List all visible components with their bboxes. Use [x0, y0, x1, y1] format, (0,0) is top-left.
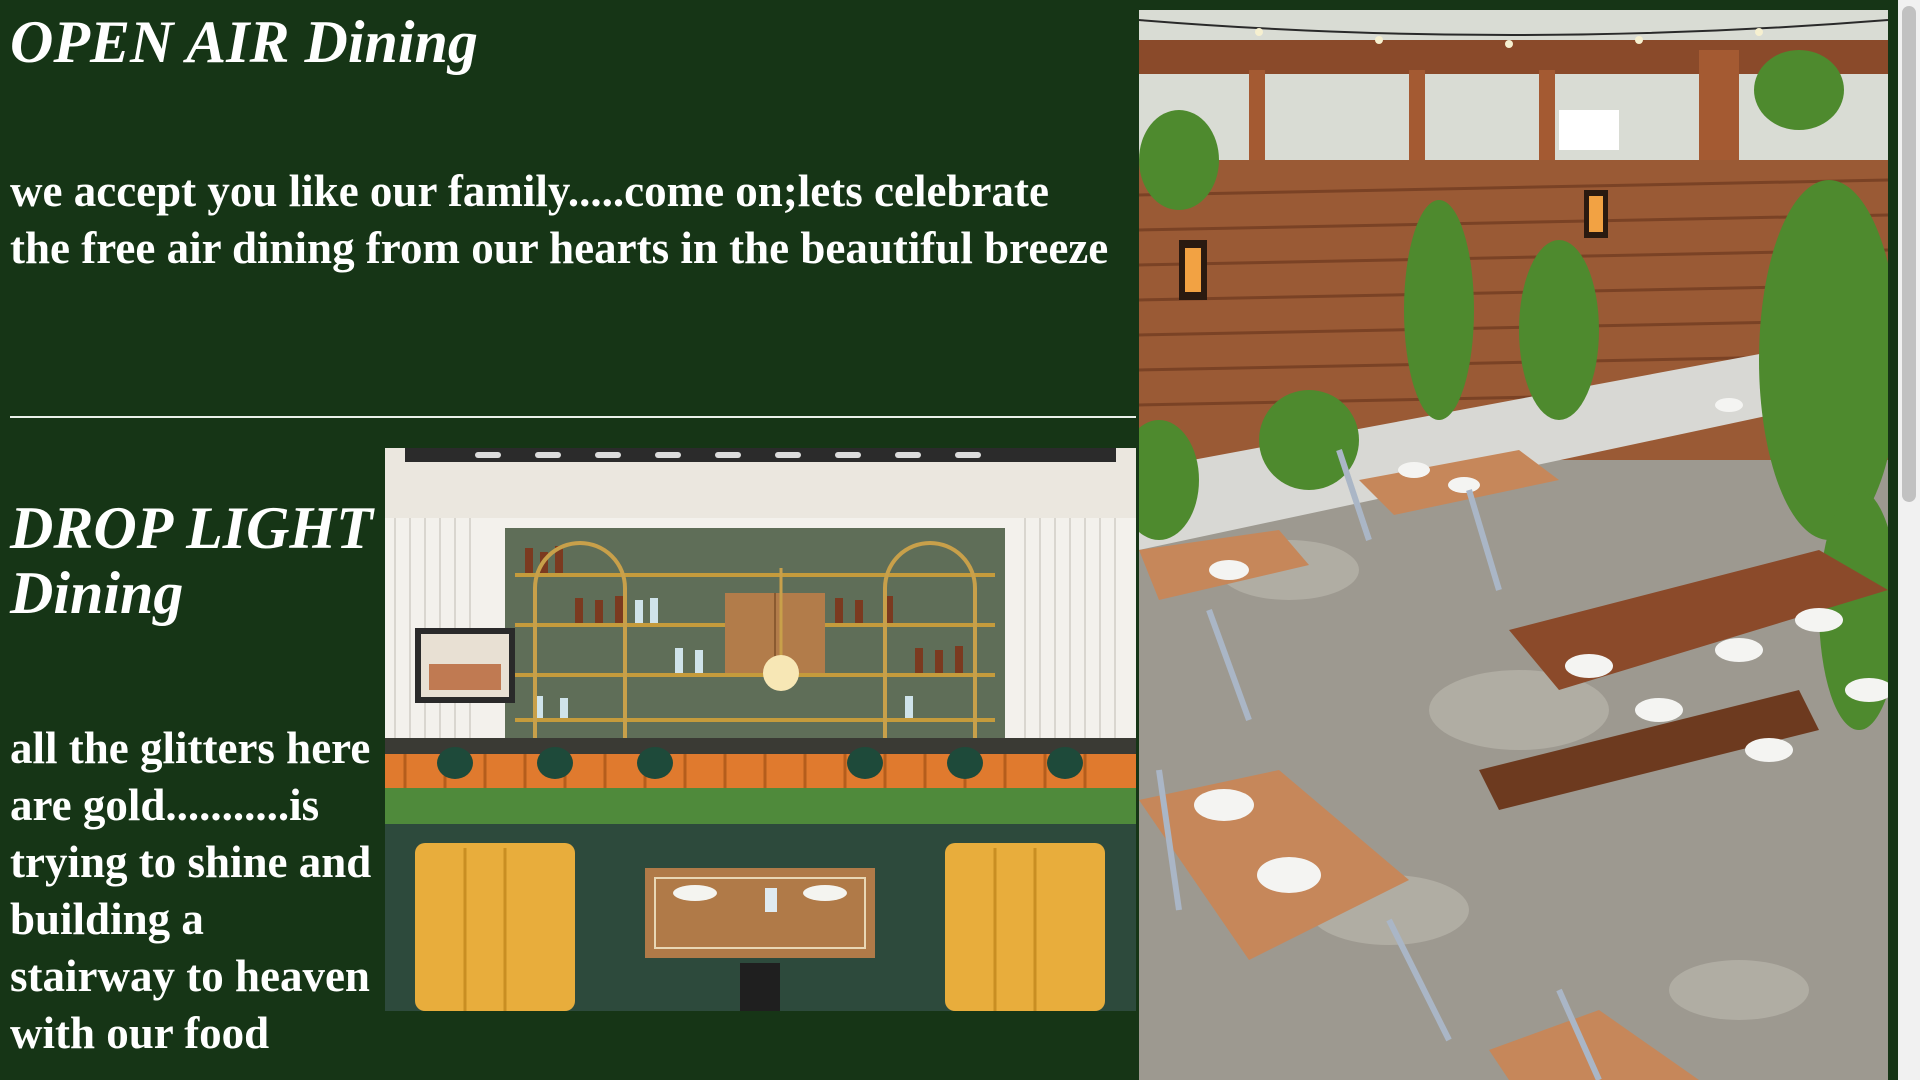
drop-light-dining-description: all the glitters here are gold..........…: [10, 723, 372, 1058]
bar-interior-photo: [385, 448, 1136, 1011]
vertical-scrollbar[interactable]: [1898, 0, 1920, 1080]
section-divider: [10, 416, 1136, 418]
outdoor-patio-photo: [1139, 10, 1888, 1080]
open-air-dining-title: OPEN AIR Dining: [10, 9, 478, 75]
page: OPEN AIR Dining we accept you like our f…: [0, 0, 1920, 1080]
open-air-dining-description: we accept you like our family.....come o…: [10, 166, 1109, 273]
drop-light-dining-title: DROP LIGHT Dining: [10, 495, 373, 626]
scrollbar-thumb[interactable]: [1902, 6, 1916, 502]
